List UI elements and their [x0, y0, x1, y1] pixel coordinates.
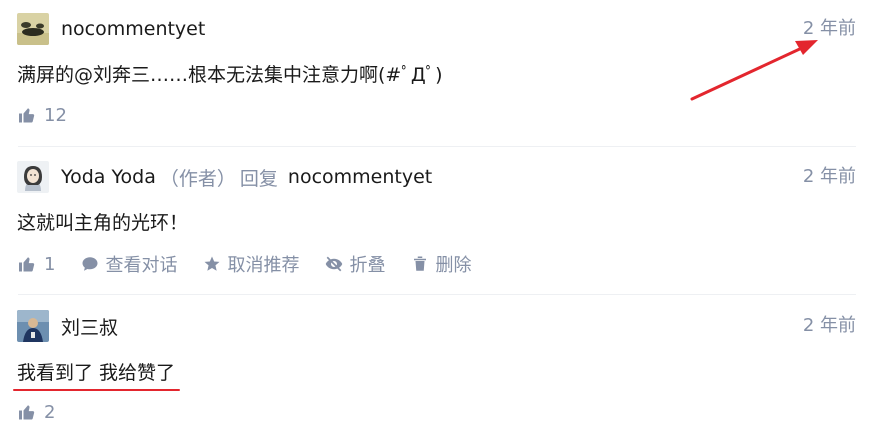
avatar[interactable] [17, 13, 49, 45]
unrecommend-label: 取消推荐 [227, 255, 300, 276]
avatar[interactable] [17, 161, 49, 193]
like-button[interactable]: 2 [17, 402, 55, 423]
author-name[interactable]: 刘三叔 [61, 313, 118, 340]
like-button[interactable]: 1 [17, 254, 55, 275]
like-count: 12 [44, 104, 67, 126]
delete-label: 删除 [435, 255, 472, 276]
delete-button[interactable]: 删除 [411, 251, 471, 277]
author-name[interactable]: nocommentyet [61, 18, 205, 40]
trash-icon [414, 256, 427, 271]
comment-time: 2 年前 [802, 18, 856, 39]
comment-actions: 12 [17, 103, 93, 127]
view-conversation-button[interactable]: 查看对话 [81, 251, 177, 277]
thumbs-up-icon [19, 108, 35, 123]
comment-item: Yoda Yoda （作者） 回复 nocommentyet 2 年前 这就叫主… [0, 146, 884, 294]
speech-bubble-icon [82, 257, 98, 271]
eye-slash-icon [326, 256, 343, 272]
comment-actions: 1 查看对话 取消推荐 折叠 删除 [17, 252, 497, 276]
red-underline-annotation [13, 389, 180, 391]
reply-target-name[interactable]: nocommentyet [288, 166, 432, 188]
like-button[interactable]: 12 [17, 105, 67, 126]
comment-time: 2 年前 [802, 166, 856, 187]
comment-header: nocommentyet [61, 13, 205, 45]
comment-item: nocommentyet 2 年前 满屏的@刘奔三……根本无法集中注意力啊(#ﾟ… [0, 0, 884, 146]
comment-time: 2 年前 [802, 315, 856, 336]
avatar[interactable] [17, 310, 49, 342]
comment-content: 我看到了 我给赞了 [17, 362, 176, 384]
thumbs-up-icon [19, 405, 35, 420]
comment-header: Yoda Yoda （作者） 回复 nocommentyet [61, 161, 432, 193]
unrecommend-button[interactable]: 取消推荐 [203, 251, 299, 277]
reply-label: 回复 [239, 167, 278, 190]
star-icon [204, 256, 220, 271]
author-role-badge: （作者） [159, 167, 236, 190]
collapse-button[interactable]: 折叠 [325, 251, 385, 277]
like-count: 1 [44, 253, 56, 275]
like-count: 2 [44, 401, 56, 423]
view-conversation-label: 查看对话 [105, 255, 178, 276]
collapse-label: 折叠 [349, 255, 386, 276]
comment-content: 满屏的@刘奔三……根本无法集中注意力啊(#ﾟДﾟ) [17, 64, 443, 86]
comment-actions: 2 [17, 400, 81, 424]
comment-content: 这就叫主角的光环！ [17, 212, 189, 234]
thumbs-up-icon [19, 257, 35, 272]
comment-header: 刘三叔 [61, 310, 118, 342]
comment-item: 刘三叔 2 年前 我看到了 我给赞了 2 [0, 294, 884, 434]
author-name[interactable]: Yoda Yoda [61, 166, 156, 188]
